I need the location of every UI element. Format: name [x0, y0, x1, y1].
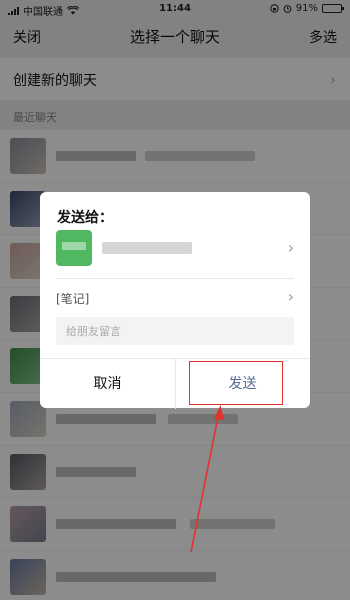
annotation-arrow	[190, 405, 224, 553]
